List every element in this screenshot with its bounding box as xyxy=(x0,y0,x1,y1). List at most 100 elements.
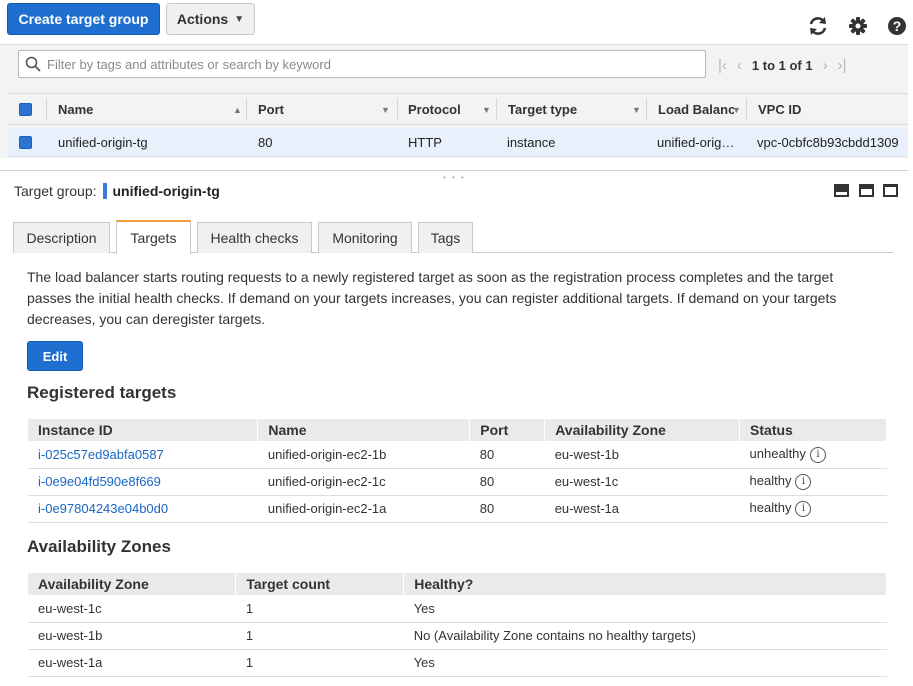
select-all-checkbox[interactable] xyxy=(19,94,32,124)
instance-id-link[interactable]: i-025c57ed9abfa0587 xyxy=(38,447,164,462)
target-status: unhealthy i xyxy=(739,441,887,469)
column-header-healthy: Healthy? xyxy=(403,573,887,595)
status-text: healthy xyxy=(749,500,792,516)
registered-targets-table: Instance ID Name Port Availability Zone … xyxy=(28,419,887,523)
detail-label: Target group: xyxy=(14,183,97,199)
search-icon xyxy=(25,56,41,72)
target-az: eu-west-1c xyxy=(544,468,740,496)
column-header-name[interactable]: Name xyxy=(58,94,93,124)
drag-handle-icon[interactable]: • • • xyxy=(443,173,466,182)
column-header-target-type[interactable]: Target type xyxy=(508,94,577,124)
top-toolbar: Create target group Actions ▼ ? xyxy=(0,0,913,44)
tab-monitoring[interactable]: Monitoring xyxy=(318,222,412,253)
az-target-count: 1 xyxy=(235,649,404,677)
table-row: eu-west-1c 1 Yes xyxy=(28,595,887,623)
table-row[interactable]: unified-origin-tg 80 HTTP instance unifi… xyxy=(8,128,908,157)
actions-dropdown-button[interactable]: Actions ▼ xyxy=(166,3,255,35)
detail-tabs: Description Targets Health checks Monito… xyxy=(13,220,893,254)
availability-zones-table: Availability Zone Target count Healthy? … xyxy=(28,573,887,677)
column-header-instance-id: Instance ID xyxy=(28,419,259,441)
az-healthy: Yes xyxy=(403,595,887,623)
target-status: healthy i xyxy=(739,495,887,523)
targets-description: The load balancer starts routing request… xyxy=(27,269,837,327)
column-header-load-balancer[interactable]: Load Balancer xyxy=(658,94,734,124)
first-page-icon[interactable]: |‹ xyxy=(718,57,727,74)
target-az: eu-west-1b xyxy=(544,441,740,469)
instance-id-link[interactable]: i-0e97804243e04b0d0 xyxy=(38,501,168,516)
target-port: 80 xyxy=(469,468,545,496)
tab-health-checks[interactable]: Health checks xyxy=(197,222,312,253)
detail-name: unified-origin-tg xyxy=(112,183,220,199)
edit-button[interactable]: Edit xyxy=(27,341,83,371)
grid-header: Name ▲ Port ▼ Protocol ▼ Target type ▼ L… xyxy=(8,93,908,125)
filter-box[interactable] xyxy=(18,50,706,78)
detail-title: Target group: unified-origin-tg xyxy=(14,182,220,200)
selection-indicator xyxy=(102,183,107,199)
table-row: eu-west-1b 1 No (Availability Zone conta… xyxy=(28,622,887,650)
registered-targets-heading: Registered targets xyxy=(27,383,177,402)
row-protocol: HTTP xyxy=(408,134,442,150)
column-header-protocol[interactable]: Protocol xyxy=(408,94,461,124)
chevron-down-icon: ▼ xyxy=(234,13,245,25)
refresh-icon[interactable] xyxy=(807,15,829,37)
svg-text:?: ? xyxy=(893,18,902,34)
target-groups-grid: |‹ ‹ 1 to 1 of 1 › ›| Name ▲ Port ▼ Prot… xyxy=(0,44,908,158)
column-header-availability-zone: Availability Zone xyxy=(544,419,741,441)
target-name: unified-origin-ec2-1a xyxy=(257,495,470,523)
sort-ascending-icon[interactable]: ▲ xyxy=(233,105,242,115)
table-row: i-0e9e04fd590e8f669 unified-origin-ec2-1… xyxy=(28,468,887,496)
row-target-type: instance xyxy=(507,134,556,150)
tab-targets[interactable]: Targets xyxy=(116,220,191,254)
row-port: 80 xyxy=(258,134,273,150)
column-header-target-count: Target count xyxy=(235,573,405,595)
table-row: i-0e97804243e04b0d0 unified-origin-ec2-1… xyxy=(28,495,887,523)
column-header-status: Status xyxy=(739,419,887,441)
prev-page-icon[interactable]: ‹ xyxy=(737,57,742,74)
column-header-port: Port xyxy=(469,419,546,441)
last-page-icon[interactable]: ›| xyxy=(838,57,847,74)
az-name: eu-west-1a xyxy=(28,649,236,677)
row-name: unified-origin-tg xyxy=(58,134,148,150)
column-menu-icon[interactable]: ▼ xyxy=(732,105,741,115)
status-text: healthy xyxy=(749,473,792,489)
pager-text: 1 to 1 of 1 xyxy=(751,57,813,73)
info-icon[interactable]: i xyxy=(809,446,826,463)
actions-label: Actions xyxy=(176,11,229,27)
column-header-vpc-id[interactable]: VPC ID xyxy=(758,94,801,124)
column-header-name: Name xyxy=(257,419,471,441)
panel-splitter[interactable] xyxy=(0,170,908,172)
row-checkbox[interactable] xyxy=(19,128,32,156)
table-row: eu-west-1a 1 Yes xyxy=(28,649,887,677)
az-healthy: No (Availability Zone contains no health… xyxy=(403,622,887,650)
target-port: 80 xyxy=(469,495,545,523)
next-page-icon[interactable]: › xyxy=(823,57,828,74)
help-icon[interactable]: ? xyxy=(886,15,908,37)
tab-description[interactable]: Description xyxy=(13,222,110,253)
target-status: healthy i xyxy=(739,468,887,496)
target-name: unified-origin-ec2-1b xyxy=(257,441,470,469)
pagination: |‹ ‹ 1 to 1 of 1 › ›| xyxy=(718,55,847,75)
column-menu-icon[interactable]: ▼ xyxy=(632,105,641,115)
instance-id-link[interactable]: i-0e9e04fd590e8f669 xyxy=(38,474,161,489)
row-load-balancer: unified-orig… xyxy=(657,134,735,150)
filter-input[interactable] xyxy=(47,56,687,72)
status-text: unhealthy xyxy=(749,445,806,461)
column-header-availability-zone: Availability Zone xyxy=(28,573,237,595)
column-header-port[interactable]: Port xyxy=(258,94,284,124)
target-az: eu-west-1a xyxy=(544,495,740,523)
az-target-count: 1 xyxy=(235,622,404,650)
view-full-icon[interactable] xyxy=(883,184,898,197)
gear-icon[interactable] xyxy=(847,15,869,37)
info-icon[interactable]: i xyxy=(795,500,812,517)
column-menu-icon[interactable]: ▼ xyxy=(482,105,491,115)
view-split-icon[interactable] xyxy=(859,184,874,197)
target-port: 80 xyxy=(469,441,545,469)
tab-tags[interactable]: Tags xyxy=(418,222,473,253)
view-bottom-icon[interactable] xyxy=(834,184,849,197)
info-icon[interactable]: i xyxy=(795,473,812,490)
row-vpc-id: vpc-0cbfc8b93cbdd1309 xyxy=(757,134,899,150)
column-menu-icon[interactable]: ▼ xyxy=(381,105,390,115)
create-target-group-button[interactable]: Create target group xyxy=(7,3,160,35)
az-name: eu-west-1c xyxy=(28,595,236,623)
target-name: unified-origin-ec2-1c xyxy=(257,468,470,496)
